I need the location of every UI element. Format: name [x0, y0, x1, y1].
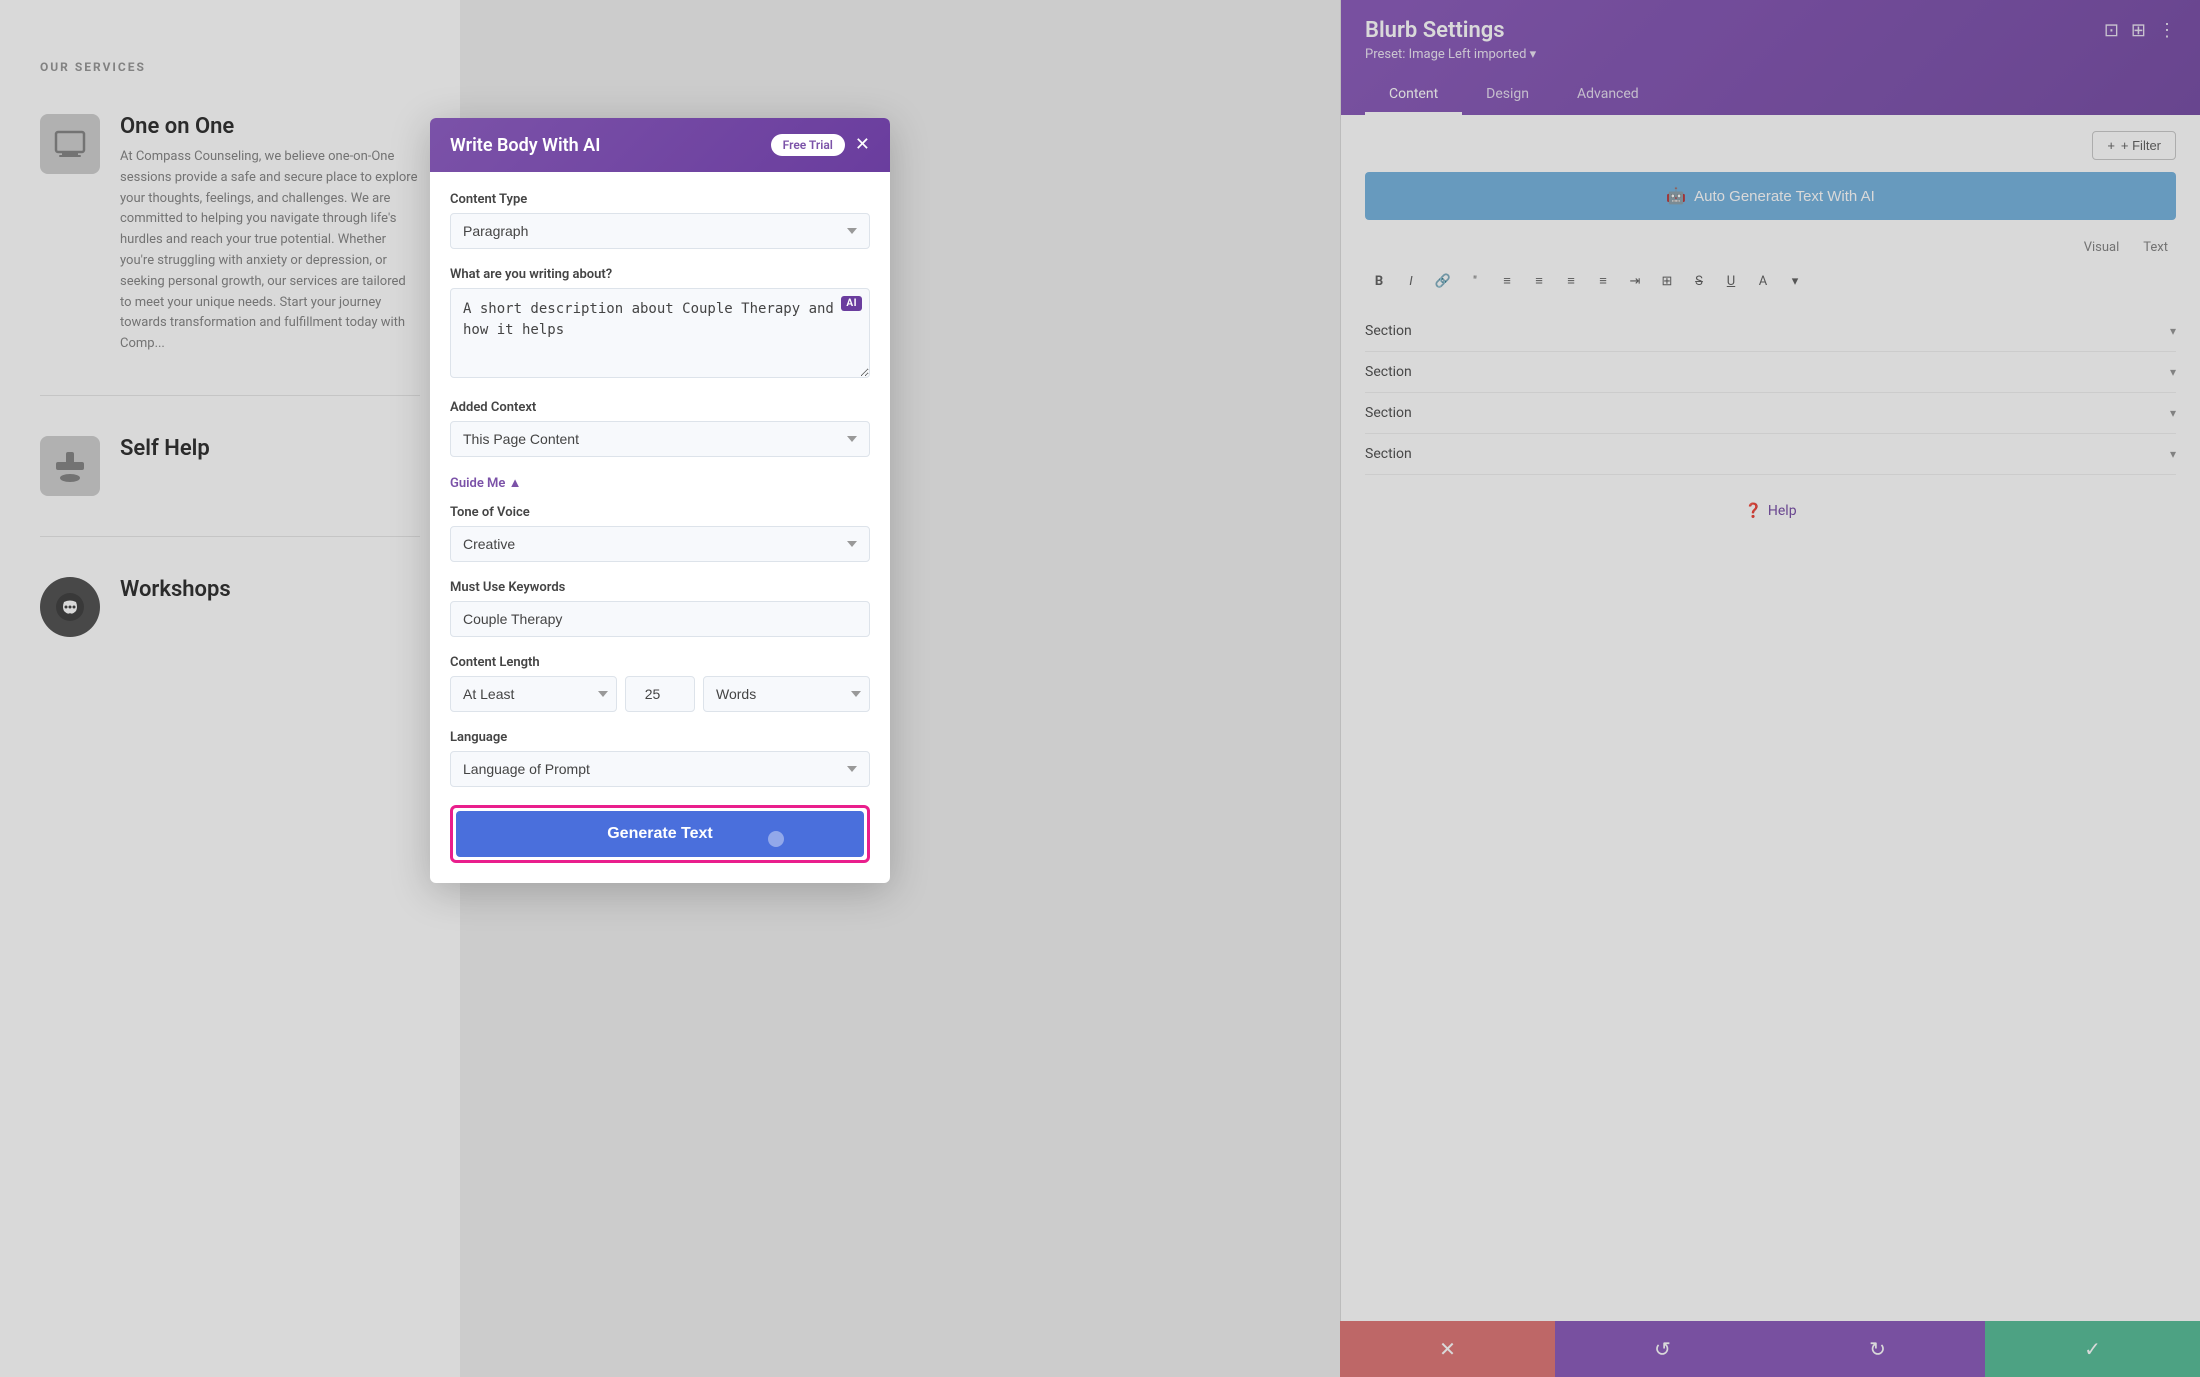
content-type-label: Content Type	[450, 192, 870, 207]
added-context-field: Added Context This Page Content	[450, 400, 870, 457]
writing-about-textarea[interactable]	[450, 288, 870, 378]
content-length-row: At Least Words	[450, 676, 870, 712]
language-label: Language	[450, 730, 870, 745]
ai-modal-title: Write Body With AI	[450, 135, 600, 156]
keywords-label: Must Use Keywords	[450, 580, 870, 595]
generate-text-button[interactable]: Generate Text	[456, 811, 864, 857]
content-length-label: Content Length	[450, 655, 870, 670]
guide-me-label: Guide Me ▲	[450, 475, 522, 491]
keywords-input[interactable]	[450, 601, 870, 637]
writing-about-wrapper: AI	[450, 288, 870, 382]
added-context-select[interactable]: This Page Content	[450, 421, 870, 457]
added-context-label: Added Context	[450, 400, 870, 415]
content-length-number[interactable]	[625, 676, 695, 712]
writing-about-field: What are you writing about? AI	[450, 267, 870, 382]
generate-btn-wrapper: Generate Text	[450, 805, 870, 863]
content-type-field: Content Type Paragraph	[450, 192, 870, 249]
keywords-field: Must Use Keywords	[450, 580, 870, 637]
guide-me-link[interactable]: Guide Me ▲	[450, 475, 870, 491]
content-type-select[interactable]: Paragraph	[450, 213, 870, 249]
writing-about-label: What are you writing about?	[450, 267, 870, 282]
ai-modal-body: Content Type Paragraph What are you writ…	[430, 172, 890, 883]
ai-text-badge: AI	[841, 296, 862, 311]
tone-of-voice-label: Tone of Voice	[450, 505, 870, 520]
generate-btn-label: Generate Text	[607, 825, 713, 842]
tone-of-voice-field: Tone of Voice Creative	[450, 505, 870, 562]
tone-of-voice-select[interactable]: Creative	[450, 526, 870, 562]
ai-modal: Write Body With AI Free Trial ✕ Content …	[430, 118, 890, 883]
ai-modal-header-right: Free Trial ✕	[771, 134, 870, 156]
at-least-select[interactable]: At Least	[450, 676, 617, 712]
language-select[interactable]: Language of Prompt	[450, 751, 870, 787]
cursor-indicator	[768, 831, 784, 847]
content-length-field: Content Length At Least Words	[450, 655, 870, 712]
modal-overlay[interactable]	[0, 0, 2200, 1377]
language-field: Language Language of Prompt	[450, 730, 870, 787]
ai-modal-header: Write Body With AI Free Trial ✕	[430, 118, 890, 172]
words-select[interactable]: Words	[703, 676, 870, 712]
free-trial-badge[interactable]: Free Trial	[771, 134, 845, 156]
close-button[interactable]: ✕	[855, 136, 870, 154]
